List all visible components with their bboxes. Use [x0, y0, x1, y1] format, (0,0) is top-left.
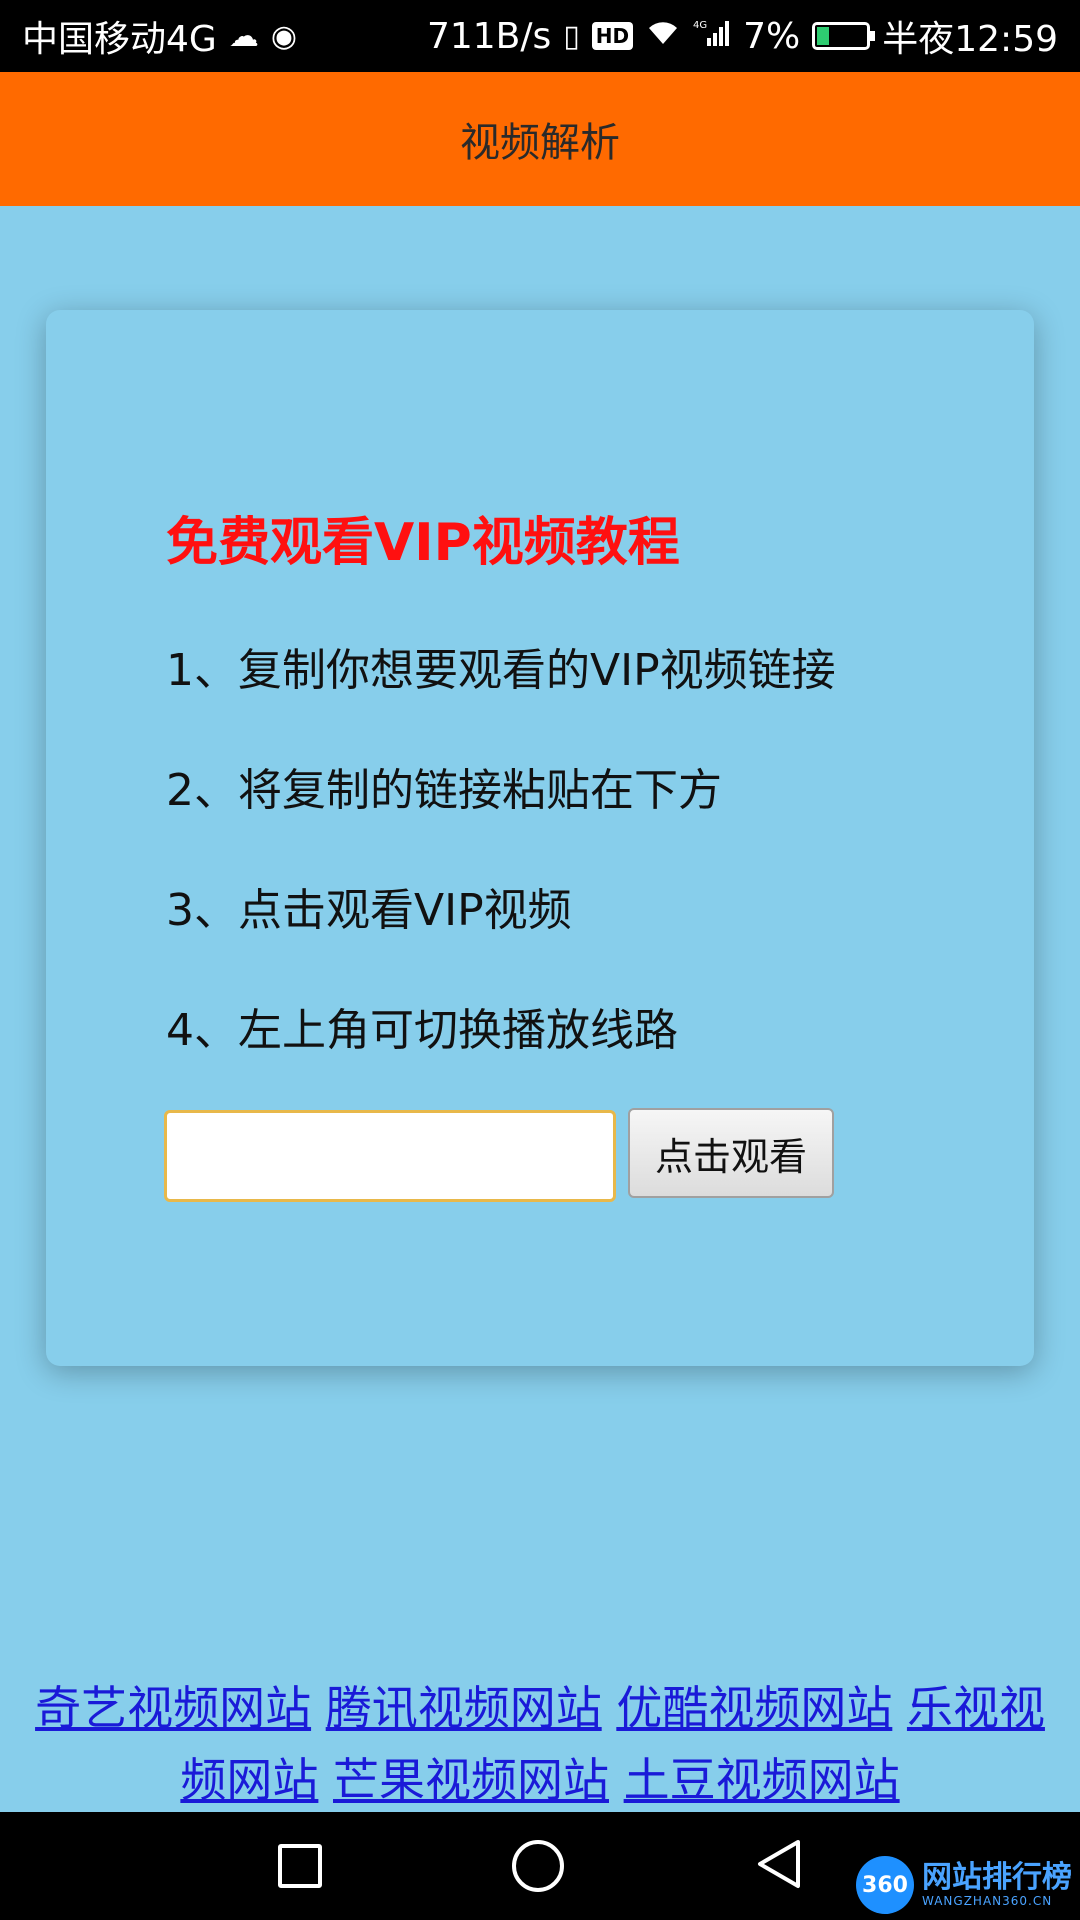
- weather-icon: ☁: [228, 18, 259, 54]
- browser-icon: ◉: [270, 18, 297, 54]
- battery-icon: [812, 22, 876, 50]
- vibrate-icon: ▯: [563, 18, 580, 54]
- step-1: 1、复制你想要观看的VIP视频链接: [166, 645, 836, 696]
- link-letv[interactable]: 乐视视频网站: [180, 1681, 1045, 1807]
- watermark: 360 网站排行榜 WANGZHAN360.CN: [856, 1856, 1072, 1914]
- footer-links: 奇艺视频网站 腾讯视频网站 优酷视频网站 乐视视频网站 芒果视频网站 土豆视频网…: [30, 1672, 1050, 1816]
- link-tencent[interactable]: 腾讯视频网站: [326, 1681, 602, 1735]
- step-3: 3、点击观看VIP视频: [166, 885, 572, 936]
- back-icon[interactable]: [754, 1838, 802, 1894]
- signal-icon: 4G: [693, 18, 731, 54]
- wifi-icon: [645, 18, 681, 54]
- network-speed: 711B/s: [426, 15, 552, 57]
- app-screen: 中国移动4G ☁ ◉ 711B/s ▯ HD 4G 7% 半夜12:59 视频解…: [0, 0, 1080, 1920]
- status-left: 中国移动4G ☁ ◉: [22, 10, 297, 62]
- svg-text:4G: 4G: [693, 20, 707, 31]
- watermark-logo: 360: [856, 1856, 914, 1914]
- watermark-subtext: WANGZHAN360.CN: [922, 1894, 1053, 1908]
- video-url-input[interactable]: [164, 1110, 616, 1202]
- battery-percent: 7%: [743, 15, 801, 57]
- status-right: 711B/s ▯ HD 4G 7% 半夜12:59: [427, 10, 1058, 62]
- link-youku[interactable]: 优酷视频网站: [616, 1681, 892, 1735]
- tutorial-card: 免费观看VIP视频教程 1、复制你想要观看的VIP视频链接 2、将复制的链接粘贴…: [46, 310, 1034, 1366]
- step-4: 4、左上角可切换播放线路: [166, 1005, 678, 1056]
- link-iqiyi[interactable]: 奇艺视频网站: [35, 1681, 311, 1735]
- watermark-text: 网站排行榜: [922, 1860, 1072, 1895]
- watch-button[interactable]: 点击观看: [628, 1108, 834, 1198]
- clock: 半夜12:59: [882, 19, 1058, 60]
- page-title: 视频解析: [460, 120, 620, 166]
- recent-apps-icon[interactable]: [278, 1844, 322, 1888]
- link-tudou[interactable]: 土豆视频网站: [624, 1753, 900, 1807]
- carrier-label: 中国移动4G: [22, 19, 217, 60]
- step-2: 2、将复制的链接粘贴在下方: [166, 765, 722, 816]
- app-header: 视频解析: [0, 72, 1080, 206]
- hd-badge: HD: [591, 22, 634, 50]
- status-bar: 中国移动4G ☁ ◉ 711B/s ▯ HD 4G 7% 半夜12:59: [0, 0, 1080, 72]
- card-heading: 免费观看VIP视频教程: [166, 513, 680, 573]
- home-icon[interactable]: [512, 1840, 564, 1892]
- link-mango[interactable]: 芒果视频网站: [333, 1753, 609, 1807]
